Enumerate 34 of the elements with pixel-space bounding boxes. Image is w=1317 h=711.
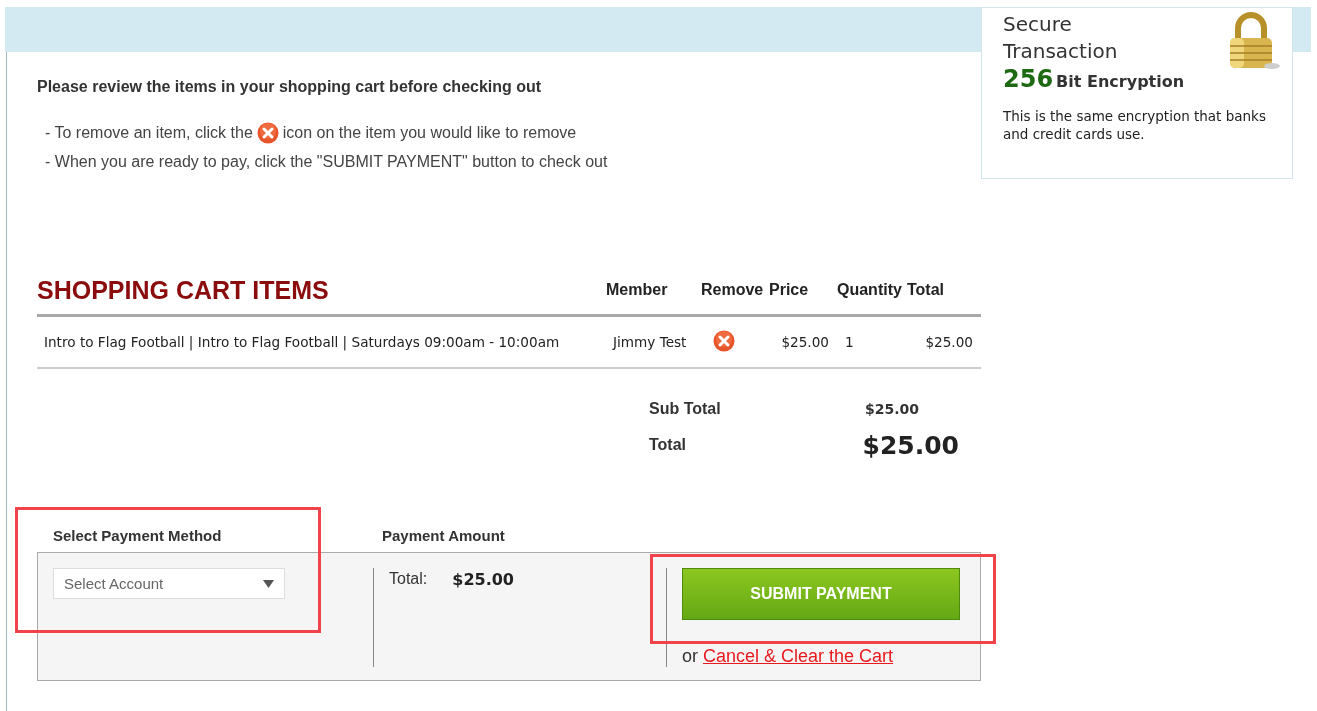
total-label: Total <box>649 436 688 454</box>
instruction-text: - When you are ready to pay, click the "SUBMIT PAYMENT" button to check out <box>45 152 608 171</box>
column-header: Price <box>769 280 810 299</box>
section-label: Select Payment Method <box>52 527 223 544</box>
column-header: Remove <box>701 280 765 299</box>
review-heading: Please review the items in your shopping cart before checking out <box>37 77 543 96</box>
table-cell-text: $25.00 <box>780 334 830 350</box>
total-value: $25.00 <box>452 570 514 589</box>
instruction-text: - To remove an item, click the <box>45 123 253 142</box>
secure-title: Secure Transaction <box>1003 11 1119 65</box>
remove-icon[interactable] <box>713 329 735 352</box>
table-cell-text: $25.00 <box>924 334 974 350</box>
secure-note: This is the same encryption that banks and credit cards use. <box>1003 107 1267 143</box>
subtotal-label: Sub Total <box>649 400 722 418</box>
remove-icon <box>256 121 279 144</box>
encryption-bits: 256 <box>1003 65 1054 93</box>
encryption-label: Bit Encryption <box>1056 72 1185 91</box>
caret-icon <box>263 579 274 588</box>
subtotal-value: $25.00 <box>865 401 920 417</box>
section-label: Payment Amount <box>382 527 505 544</box>
total-label: Total: <box>389 570 428 588</box>
table-cell-text: Jimmy Test <box>611 334 688 350</box>
or-text: or <box>682 646 698 666</box>
submit-payment-button[interactable]: SUBMIT PAYMENT <box>682 568 960 620</box>
total-value: $25.00 <box>862 430 959 460</box>
column-header: Member <box>605 280 669 299</box>
table-cell-text: Intro to Flag Football | Intro to Flag Football | Saturdays 09:00am - 10:00am <box>43 334 561 350</box>
column-header: Quantity <box>837 280 903 299</box>
account-dropdown[interactable]: Select Account <box>53 568 285 599</box>
instruction-text: icon on the item you would like to remove <box>282 123 577 142</box>
cart-title: SHOPPING CART ITEMS <box>37 274 330 305</box>
cancel-link[interactable]: Cancel & Clear the Cart <box>703 646 894 666</box>
column-header: Total <box>907 280 946 299</box>
table-cell-text: 1 <box>844 334 855 350</box>
